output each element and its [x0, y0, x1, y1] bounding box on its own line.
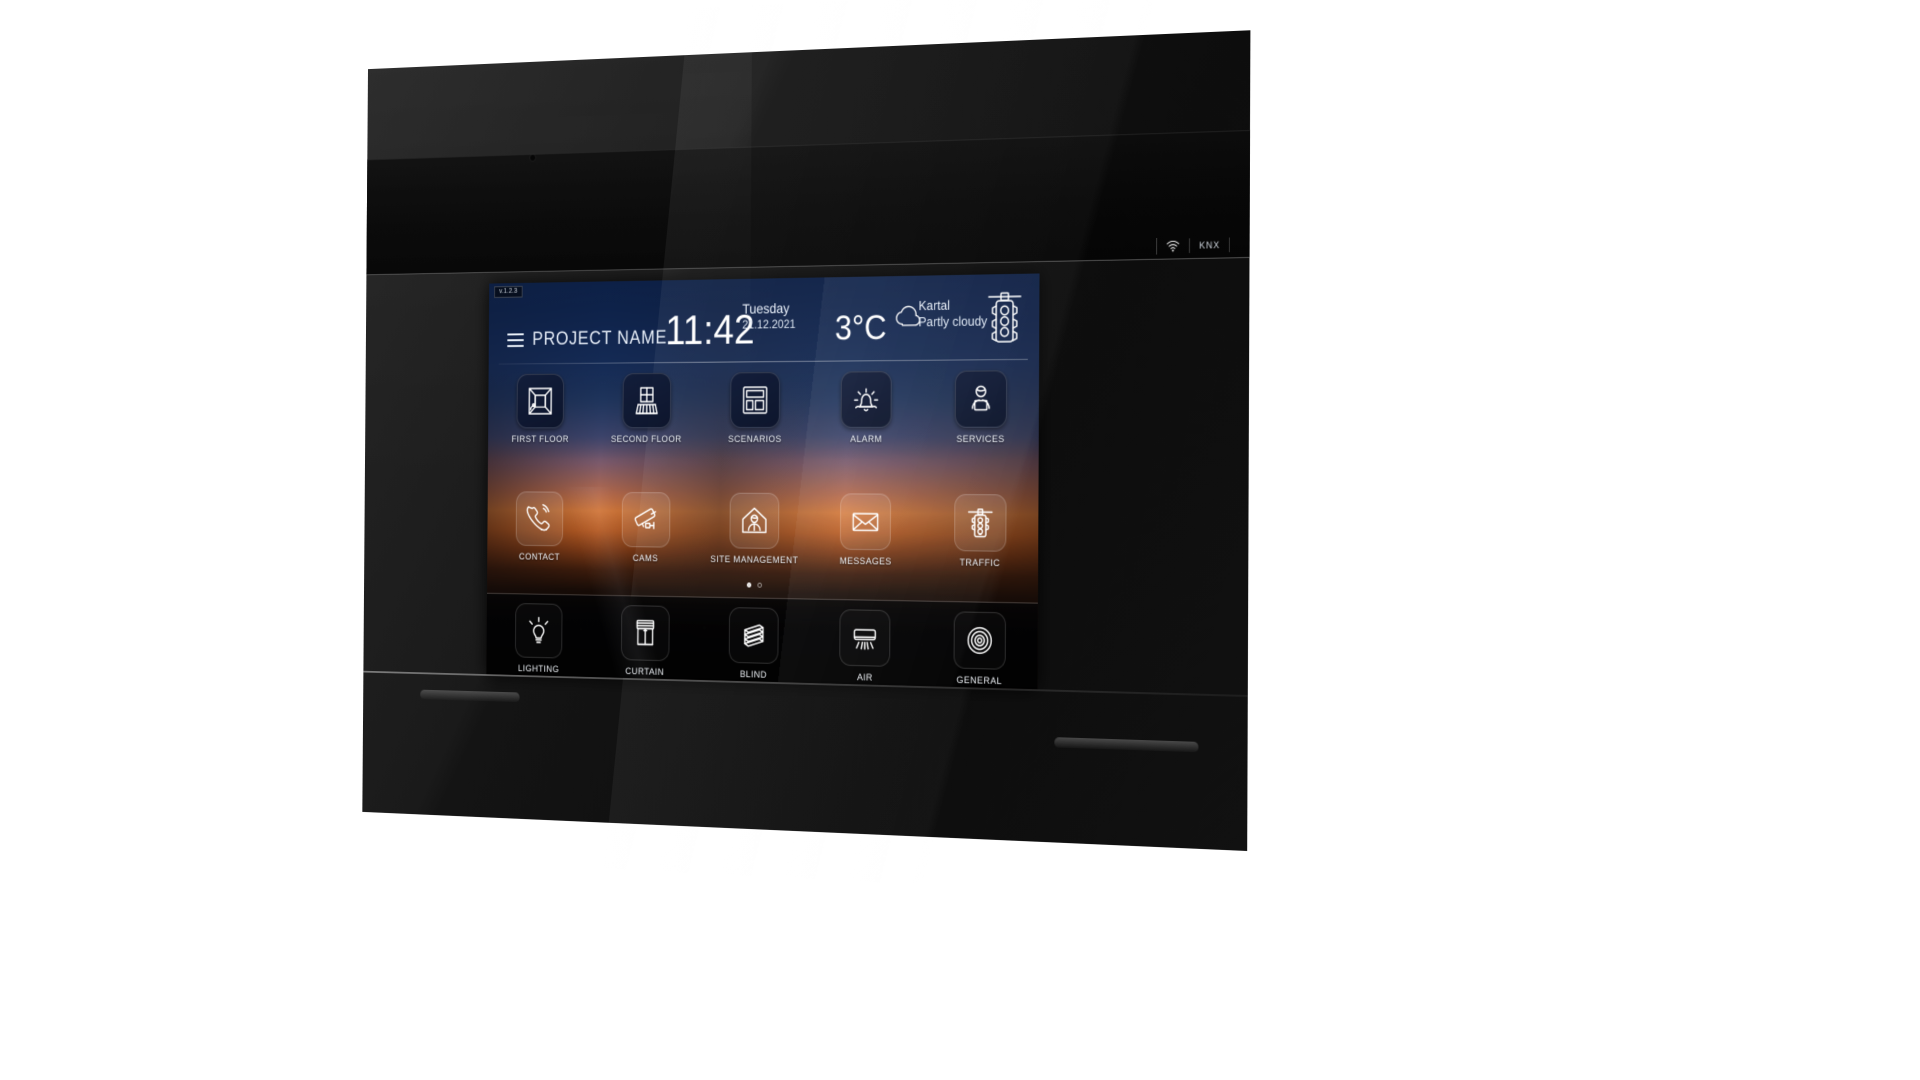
date-block: Tuesday 21.12.2021	[742, 300, 795, 331]
layout-grid-icon	[740, 383, 770, 417]
tile-label: CONTACT	[518, 551, 560, 563]
home-screen: v.1.2.3 PROJECT NAME 11:42 Tuesday 21.12…	[486, 273, 1040, 690]
curtain-icon	[630, 616, 660, 650]
tile-first-floor[interactable]: FIRST FLOOR	[497, 373, 583, 445]
security-camera-icon	[631, 503, 661, 537]
tile-label: SCENARIOS	[728, 434, 782, 445]
tile-cams-box	[621, 492, 671, 548]
tile-label: SITE MANAGEMENT	[710, 554, 799, 567]
support-agent-icon	[965, 382, 997, 417]
page-dot-active[interactable]	[746, 582, 751, 588]
tile-label: GENERAL	[956, 674, 1003, 688]
tile-label: CURTAIN	[625, 666, 665, 678]
tile-label: SECOND FLOOR	[610, 434, 682, 445]
tile-label: BLIND	[739, 669, 767, 681]
header-divider	[498, 358, 1028, 365]
page-dot[interactable]	[757, 582, 762, 588]
tile-first-floor-box	[516, 373, 565, 429]
balcony-icon	[632, 384, 662, 418]
tile-contact[interactable]: CONTACT	[497, 491, 583, 563]
hamburger-menu-icon[interactable]	[507, 333, 524, 348]
screenshot-stage: KNX v.1.2.3 PROJECT NAME 11:42 Tuesday 2…	[0, 0, 1920, 1080]
tile-traffic[interactable]: TRAFFIC	[933, 494, 1028, 570]
tile-label: LIGHTING	[517, 663, 560, 676]
tile-scenarios-box	[730, 372, 781, 429]
tile-label: SERVICES	[956, 433, 1005, 446]
tile-general[interactable]: GENERAL	[932, 611, 1027, 688]
lcd-screen: v.1.2.3 PROJECT NAME 11:42 Tuesday 21.12…	[486, 273, 1040, 690]
firmware-version-badge: v.1.2.3	[494, 285, 523, 298]
project-name-label: PROJECT NAME	[532, 327, 668, 350]
wall-panel-wrapper: KNX v.1.2.3 PROJECT NAME 11:42 Tuesday 2…	[290, 0, 1539, 911]
tile-scenarios[interactable]: SCENARIOS	[710, 372, 801, 445]
tile-second-floor[interactable]: SECOND FLOOR	[602, 372, 690, 445]
tile-blind-box	[728, 607, 779, 665]
tile-label: FIRST FLOOR	[511, 434, 569, 445]
blind-slats-icon	[739, 618, 769, 653]
controls-row: LIGHTING CURTAIN BLIND AIR GENERAL	[486, 602, 1037, 688]
tile-general-box	[953, 611, 1006, 670]
house-manager-icon	[739, 504, 769, 538]
traffic-light-icon	[964, 505, 996, 540]
traffic-light-icon[interactable]	[983, 288, 1026, 348]
glass-touch-panel: KNX v.1.2.3 PROJECT NAME 11:42 Tuesday 2…	[362, 0, 1539, 911]
tile-second-floor-box	[622, 372, 671, 429]
tile-contact-box	[515, 491, 564, 547]
tile-lighting[interactable]: LIGHTING	[496, 602, 582, 676]
tile-label: CAMS	[632, 553, 659, 565]
light-bulb-icon	[524, 614, 553, 648]
tile-messages[interactable]: MESSAGES	[819, 493, 912, 568]
tile-curtain[interactable]: CURTAIN	[601, 605, 690, 679]
primary-row: FIRST FLOOR SECOND FLOOR SCENARIOS ALARM…	[488, 370, 1039, 445]
tile-services[interactable]: SERVICES	[933, 370, 1028, 445]
tile-site-management-box	[729, 492, 780, 549]
wifi-status-cell[interactable]	[1156, 237, 1190, 255]
tile-services-box	[954, 370, 1007, 428]
screen-header: PROJECT NAME 11:42 Tuesday 21.12.2021 3°…	[489, 273, 1040, 365]
tile-cams[interactable]: CAMS	[602, 492, 690, 565]
floor-plan-icon	[526, 385, 555, 418]
phone-ringing-icon	[525, 502, 554, 535]
secondary-row: CONTACT CAMS SITE MANAGEMENT MESSAGES TR…	[487, 491, 1038, 569]
date-label: 21.12.2021	[742, 316, 796, 332]
tile-curtain-box	[620, 605, 670, 662]
page-indicator[interactable]	[487, 578, 1038, 592]
day-name-label: Tuesday	[742, 300, 790, 317]
tile-lighting-box	[515, 602, 563, 659]
